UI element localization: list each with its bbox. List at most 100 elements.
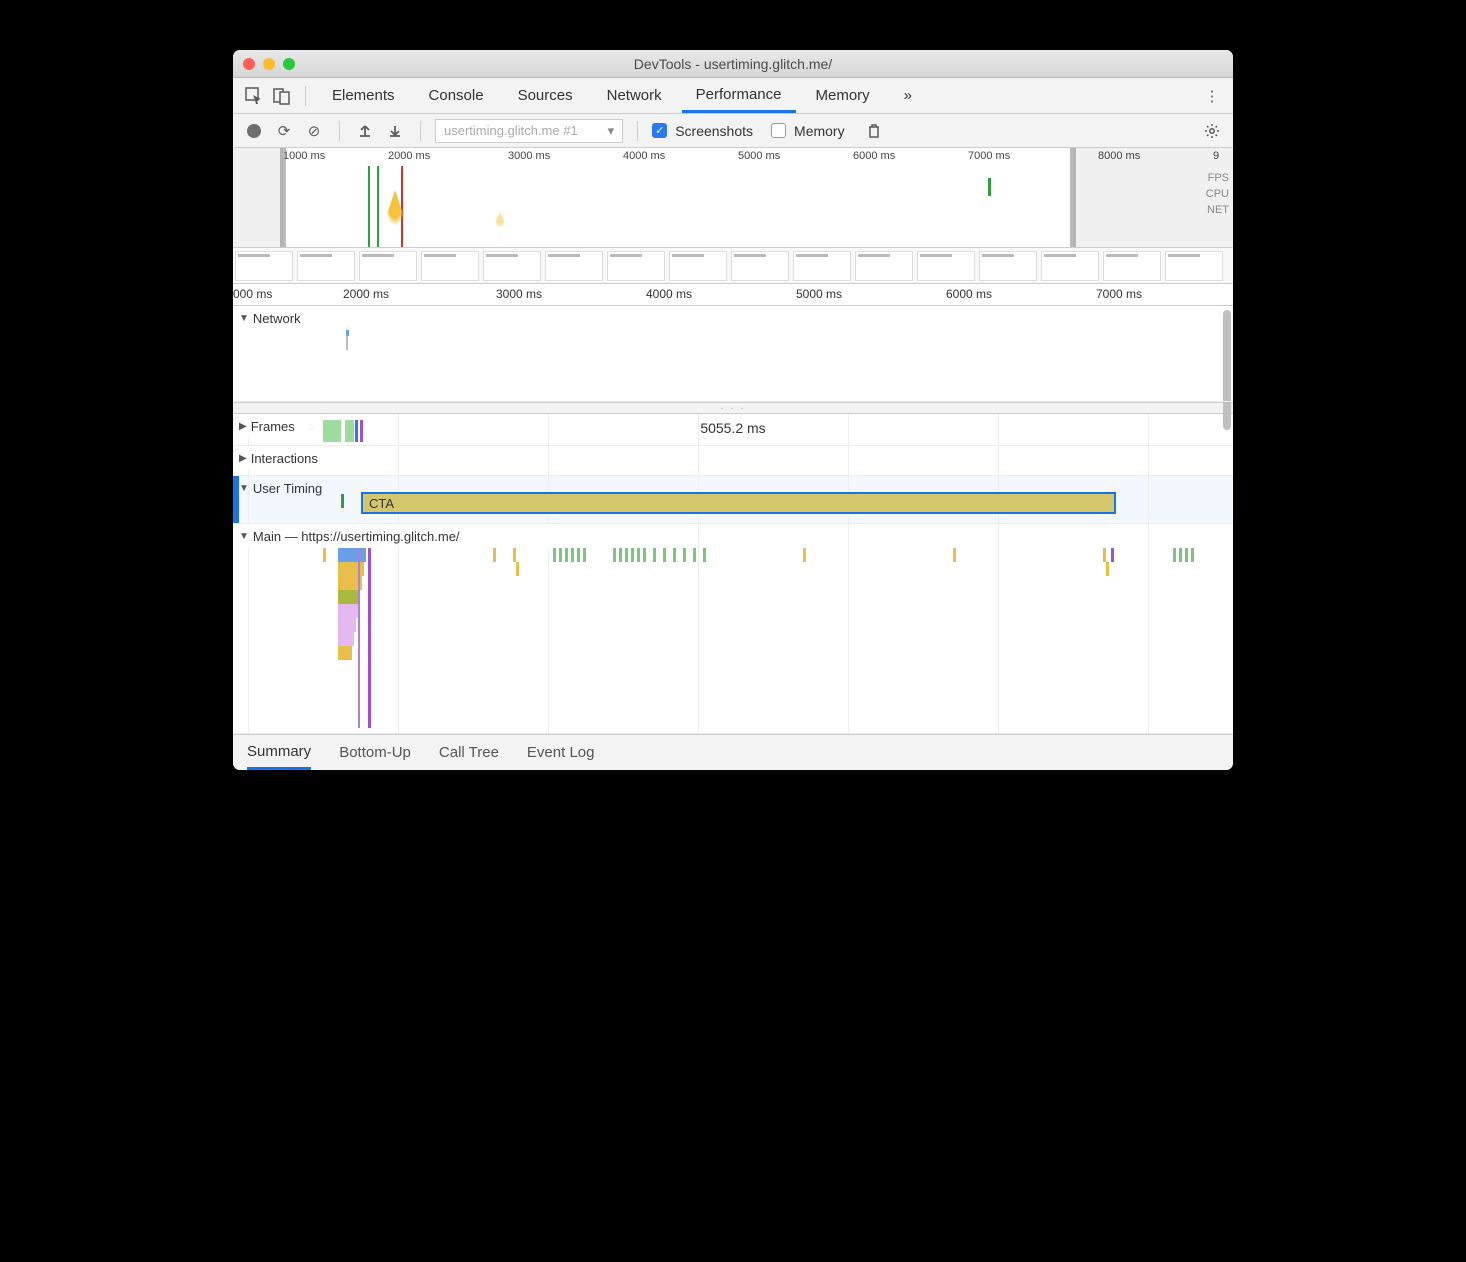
overview-panel[interactable]: 1000 ms 2000 ms 3000 ms 4000 ms 5000 ms …: [233, 148, 1233, 248]
flame-bar[interactable]: [1173, 548, 1176, 562]
flame-bar[interactable]: [559, 548, 562, 562]
flame-bar[interactable]: [1103, 548, 1106, 562]
filmstrip-thumb[interactable]: [359, 251, 417, 281]
flame-bar[interactable]: [358, 548, 362, 728]
main-track[interactable]: ▼ Main — https://usertiming.glitch.me/: [233, 524, 1233, 734]
overview-tick: 1000 ms: [283, 150, 325, 162]
flame-bar[interactable]: [613, 548, 616, 562]
flame-bar[interactable]: [338, 618, 356, 632]
device-toolbar-icon[interactable]: [271, 85, 293, 107]
flame-bar[interactable]: [803, 548, 806, 562]
flame-bar[interactable]: [553, 548, 556, 562]
flame-bar[interactable]: [643, 548, 646, 562]
flame-bar[interactable]: [625, 548, 628, 562]
overview-handle-right[interactable]: [1070, 148, 1076, 247]
filmstrip-thumb[interactable]: [1103, 251, 1161, 281]
flame-chart[interactable]: [338, 548, 378, 728]
filmstrip-thumb[interactable]: [1041, 251, 1099, 281]
filmstrip-thumb[interactable]: [855, 251, 913, 281]
flame-bar[interactable]: [493, 548, 496, 562]
overview-right-labels: FPS CPU NET: [1206, 170, 1229, 218]
settings-gear-icon[interactable]: [1201, 120, 1223, 142]
timeline-ruler[interactable]: 000 ms 2000 ms 3000 ms 4000 ms 5000 ms 6…: [233, 284, 1233, 306]
filmstrip-thumb[interactable]: [545, 251, 603, 281]
clear-icon[interactable]: ⊘: [303, 120, 325, 142]
filmstrip-thumb[interactable]: [917, 251, 975, 281]
flame-bar[interactable]: [637, 548, 640, 562]
overview-tick: 3000 ms: [508, 150, 550, 162]
flame-bar[interactable]: [338, 646, 352, 660]
flame-bar[interactable]: [516, 562, 519, 576]
load-profile-icon[interactable]: [354, 120, 376, 142]
flame-bar[interactable]: [583, 548, 586, 562]
filmstrip-thumb[interactable]: [297, 251, 355, 281]
filmstrip-thumb[interactable]: [607, 251, 665, 281]
more-menu-icon[interactable]: ⋮: [1201, 85, 1223, 107]
flame-bar[interactable]: [953, 548, 956, 562]
flame-bar[interactable]: [338, 604, 358, 618]
tab-memory[interactable]: Memory: [802, 78, 884, 113]
user-timing-track-header[interactable]: ▼ User Timing: [233, 476, 353, 500]
flame-bar[interactable]: [673, 548, 676, 562]
save-profile-icon[interactable]: [384, 120, 406, 142]
delete-profile-icon[interactable]: [863, 120, 885, 142]
flame-bar[interactable]: [631, 548, 634, 562]
flame-bar[interactable]: [1179, 548, 1182, 562]
filmstrip-thumb[interactable]: [793, 251, 851, 281]
summary-tab-bottomup[interactable]: Bottom-Up: [339, 735, 411, 770]
record-button[interactable]: [243, 120, 265, 142]
filmstrip-thumb[interactable]: [979, 251, 1037, 281]
screenshots-checkbox[interactable]: ✓: [652, 123, 667, 138]
flame-bar[interactable]: [683, 548, 686, 562]
flame-bar[interactable]: [338, 632, 354, 646]
tab-performance[interactable]: Performance: [682, 78, 796, 113]
summary-tab-eventlog[interactable]: Event Log: [527, 735, 595, 770]
overview-handle-left[interactable]: [280, 148, 286, 247]
flame-bar[interactable]: [703, 548, 706, 562]
tab-console[interactable]: Console: [415, 78, 498, 113]
frames-track[interactable]: ▶ Frames s 5055.2 ms: [233, 414, 1233, 446]
flame-bar[interactable]: [323, 548, 326, 562]
flame-bar[interactable]: [663, 548, 666, 562]
tab-elements[interactable]: Elements: [318, 78, 409, 113]
reload-record-icon[interactable]: ⟳: [273, 120, 295, 142]
tabs-overflow-icon[interactable]: »: [890, 78, 926, 113]
flame-bar[interactable]: [619, 548, 622, 562]
filmstrip-thumb[interactable]: [669, 251, 727, 281]
filmstrip-thumb[interactable]: [235, 251, 293, 281]
flame-bar[interactable]: [577, 548, 580, 562]
interactions-track-header[interactable]: ▶ Interactions: [233, 446, 353, 470]
frames-track-header[interactable]: ▶ Frames: [233, 414, 313, 438]
filmstrip-thumb[interactable]: [731, 251, 789, 281]
flame-bar[interactable]: [338, 590, 360, 604]
flame-bar[interactable]: [571, 548, 574, 562]
filmstrip-thumb[interactable]: [483, 251, 541, 281]
flame-bar[interactable]: [653, 548, 656, 562]
memory-checkbox[interactable]: [771, 123, 786, 138]
summary-tab-summary[interactable]: Summary: [247, 735, 311, 770]
profile-select[interactable]: usertiming.glitch.me #1 ▾: [435, 119, 623, 143]
flame-bar[interactable]: [1106, 562, 1109, 576]
flame-bar[interactable]: [1191, 548, 1194, 562]
tab-sources[interactable]: Sources: [504, 78, 587, 113]
flame-bar[interactable]: [513, 548, 516, 562]
flame-bar[interactable]: [693, 548, 696, 562]
flame-bar[interactable]: [368, 548, 371, 728]
tab-network[interactable]: Network: [593, 78, 676, 113]
user-timing-track[interactable]: ▼ User Timing CTA: [233, 476, 1233, 524]
filmstrip[interactable]: [233, 248, 1233, 284]
flame-bar[interactable]: [565, 548, 568, 562]
main-track-header[interactable]: ▼ Main — https://usertiming.glitch.me/: [233, 524, 553, 548]
user-timing-measure-cta[interactable]: CTA: [361, 492, 1116, 514]
summary-tab-calltree[interactable]: Call Tree: [439, 735, 499, 770]
filmstrip-thumb[interactable]: [1165, 251, 1223, 281]
flame-bar[interactable]: [1185, 548, 1188, 562]
flame-bar[interactable]: [1111, 548, 1114, 562]
network-track[interactable]: ▼ Network: [233, 306, 1233, 402]
network-request-bar[interactable]: [346, 336, 348, 350]
inspect-element-icon[interactable]: [243, 85, 265, 107]
interactions-track[interactable]: ▶ Interactions: [233, 446, 1233, 476]
pane-splitter[interactable]: · · ·: [233, 402, 1233, 414]
network-track-header[interactable]: ▼ Network: [233, 306, 363, 330]
filmstrip-thumb[interactable]: [421, 251, 479, 281]
